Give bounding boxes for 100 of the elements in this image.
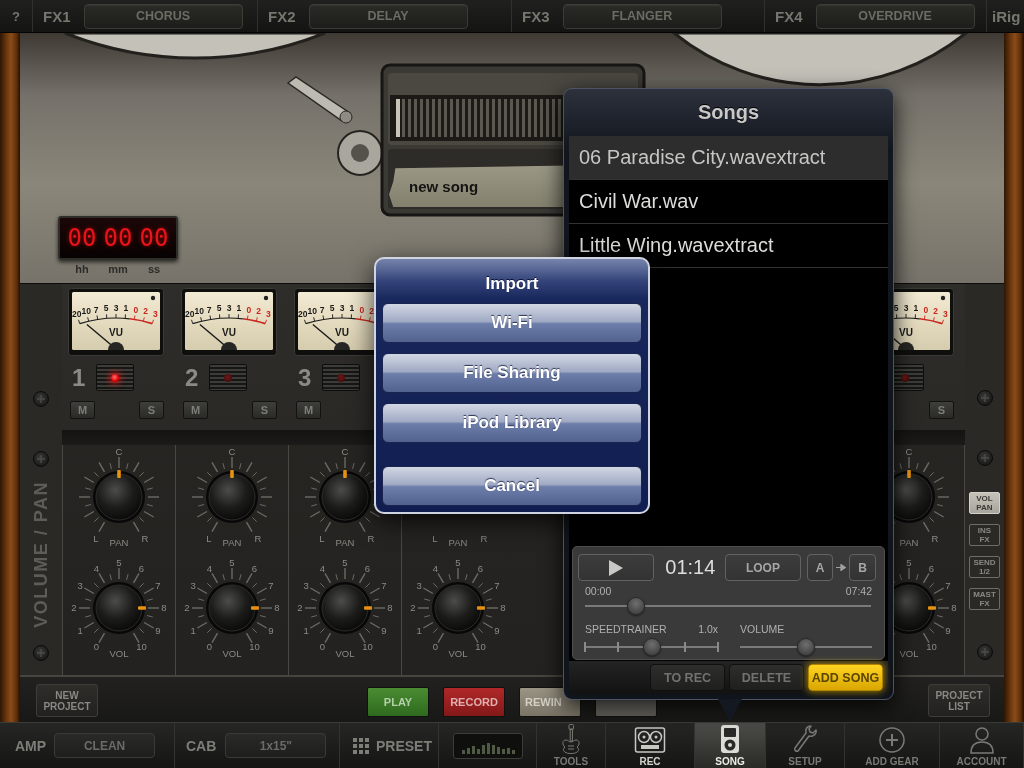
screw-icon	[33, 451, 49, 467]
meter-scale-label: 20	[71, 309, 82, 320]
screw-icon	[33, 391, 49, 407]
meter-scale-label: 10	[307, 306, 318, 317]
knob-scale-label: 3	[416, 579, 422, 591]
knob-scale-label: 9	[945, 624, 951, 636]
meter-label: VU	[899, 327, 913, 338]
screw-icon	[976, 390, 993, 406]
meter-scale-label: 10	[81, 306, 92, 317]
nav-tab[interactable]: REC	[606, 723, 695, 768]
meter-scale-label: 1	[913, 303, 919, 314]
effect-button[interactable]: CHORUS	[83, 3, 243, 29]
view-tab[interactable]: SEND 1/2	[969, 556, 1000, 578]
nav-tab[interactable]: ACCOUNT	[940, 723, 1024, 768]
knob-scale-label: 10	[926, 641, 937, 653]
knob-scale-label: R	[141, 533, 149, 544]
knob-scale-label: 10	[136, 641, 147, 653]
nav-tab[interactable]: SETUP	[766, 723, 845, 768]
song-row[interactable]: 06 Paradise City.wavextract	[569, 136, 888, 180]
knob-scale-label: 8	[500, 602, 506, 614]
record-button[interactable]: RECORD	[443, 687, 505, 717]
knob-scale-label: 3	[303, 579, 309, 591]
meter-scale-label: 10	[194, 306, 205, 317]
import-option-button[interactable]: Wi-Fi	[382, 303, 642, 343]
playback-time: 01:14	[665, 556, 714, 579]
help-button[interactable]: ?	[0, 0, 33, 32]
cancel-button[interactable]: Cancel	[382, 466, 642, 506]
tuner-display[interactable]	[453, 732, 523, 759]
slider-thumb[interactable]	[627, 597, 646, 615]
effect-button[interactable]: OVERDRIVE	[815, 3, 975, 29]
meter-scale-label: 3	[226, 303, 232, 313]
knob-scale-label: 2	[410, 602, 416, 614]
effect-button[interactable]: DELAY	[308, 3, 468, 29]
mute-button[interactable]: M	[183, 401, 208, 419]
effect-button[interactable]: FLANGER	[562, 3, 722, 29]
brand-label: iRig	[992, 7, 1021, 25]
cab-selector[interactable]: 1x15"	[225, 733, 327, 758]
dialog-title: Import	[485, 274, 539, 294]
song-action-button[interactable]: ADD SONG	[808, 664, 883, 691]
meter-label: VU	[109, 327, 123, 338]
knob-scale-label: 1	[303, 624, 309, 636]
solo-button[interactable]: S	[929, 401, 954, 419]
arrow-right-icon	[836, 564, 847, 571]
import-option-button[interactable]: iPod Library	[382, 403, 642, 443]
knob-scale-label: 5	[906, 557, 912, 569]
grid-icon[interactable]	[353, 737, 369, 754]
knob-label: VOL	[222, 648, 242, 659]
meter-scale-label: 7	[93, 304, 99, 315]
knob-scale-label: 8	[274, 602, 280, 614]
knob-scale-label: 8	[387, 602, 393, 614]
plus-icon	[878, 726, 906, 754]
slider-thumb[interactable]	[797, 638, 815, 656]
song-action-button[interactable]: TO REC	[650, 664, 725, 691]
volume-knob[interactable]	[191, 567, 273, 644]
cab-label: CAB	[186, 737, 217, 754]
meter-scale-label: 3	[265, 309, 271, 320]
loop-end-button[interactable]: B	[849, 554, 876, 581]
popover-title: Songs	[697, 101, 760, 124]
nav-tab[interactable]: SONG	[695, 723, 766, 768]
solo-button[interactable]: S	[139, 401, 164, 419]
import-option-button[interactable]: File Sharing	[382, 353, 642, 393]
knob-scale-label: 6	[251, 563, 258, 575]
nav-tab[interactable]: TOOLS	[537, 723, 606, 768]
speed-slider[interactable]	[585, 638, 718, 656]
record-arm-button[interactable]	[96, 364, 134, 391]
volume-knob[interactable]	[78, 567, 160, 644]
meter-scale-label: 2	[256, 306, 262, 317]
meter-scale-label: 1	[123, 303, 129, 314]
slider-thumb[interactable]	[642, 638, 661, 656]
knob-scale-label: C	[228, 446, 236, 457]
knob-scale-label: 4	[432, 563, 439, 575]
solo-button[interactable]: S	[252, 401, 277, 419]
play-button[interactable]: PLAY	[367, 687, 429, 717]
play-button[interactable]	[578, 554, 655, 581]
mute-button[interactable]: M	[296, 401, 321, 419]
volume-knob[interactable]	[304, 567, 386, 644]
song-action-button[interactable]: DELETE	[729, 664, 804, 691]
meter-scale-label: 20	[297, 309, 308, 320]
knob-scale-label: L	[93, 533, 99, 544]
loop-start-button[interactable]: A	[806, 554, 834, 581]
counter-digits: 00	[138, 224, 170, 252]
nav-tab[interactable]: ADD GEAR	[845, 723, 940, 768]
view-tab[interactable]: INS FX	[969, 524, 1000, 546]
preset-label[interactable]: PRESET	[376, 737, 432, 754]
knob-scale-label: 9	[494, 624, 500, 636]
view-tab[interactable]: MAST FX	[969, 588, 1000, 610]
mute-button[interactable]: M	[70, 401, 95, 419]
amp-selector[interactable]: CLEAN	[54, 733, 156, 758]
new-project-button[interactable]: NEW PROJECT	[36, 684, 98, 717]
effect-slot-label: FX4	[775, 7, 803, 25]
meter-needle	[86, 323, 124, 350]
knob-scale-label: 6	[138, 563, 145, 575]
view-tab[interactable]: VOL PAN	[969, 492, 1000, 514]
knob-scale-label: 4	[93, 563, 100, 575]
loop-button[interactable]: LOOP	[725, 554, 801, 581]
knob-label: PAN	[222, 537, 242, 548]
knob-scale-label: 8	[951, 602, 957, 614]
meter-scale-label: 2	[933, 306, 939, 317]
project-list-button[interactable]: PROJECT LIST	[928, 684, 990, 717]
volume-knob[interactable]	[417, 567, 499, 644]
